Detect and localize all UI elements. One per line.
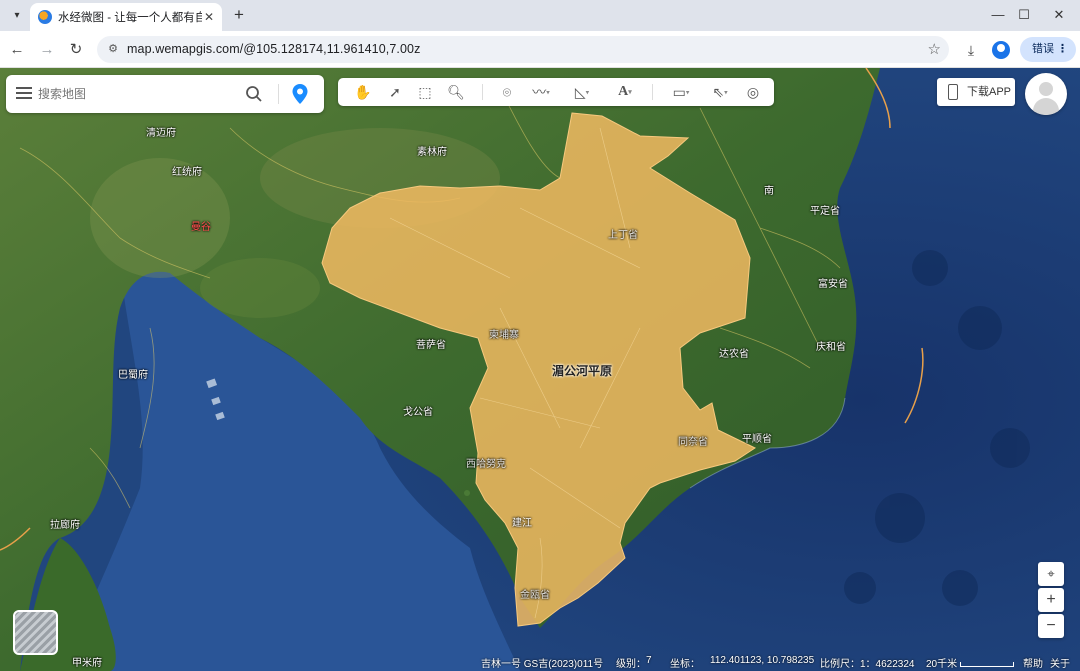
close-window-button[interactable]: ✕ (1046, 4, 1072, 26)
pointer-settings-icon[interactable]: ⇖▾ (706, 82, 734, 102)
map-label: 巴蜀府 (118, 370, 148, 381)
map-label: 菩萨省 (416, 340, 446, 351)
globe-icon[interactable]: ◎ (742, 82, 764, 102)
zoom-out-button[interactable]: − (1038, 614, 1064, 638)
coordinate-label: 坐标： (670, 659, 700, 670)
more-menu-icon: ⋮ (1057, 43, 1068, 55)
new-tab-button[interactable]: + (229, 5, 249, 25)
search-divider (278, 84, 279, 104)
minimize-button[interactable]: — (985, 4, 1011, 26)
measure-ruler-icon[interactable]: ▭▾ (664, 82, 698, 102)
zoom-level-value: 7 (646, 655, 652, 666)
toolbox-divider (482, 84, 483, 100)
pan-hand-icon[interactable]: ✋ (352, 82, 374, 102)
avatar-body (1033, 98, 1059, 115)
locate-me-button[interactable]: ⌖ (1038, 562, 1064, 586)
map-label: 南 (764, 186, 774, 197)
profile-error-button[interactable]: 错误 ⋮ (1020, 37, 1076, 62)
site-favicon-icon (38, 10, 52, 24)
map-label: 建江 (512, 518, 532, 529)
map-label: 素林府 (417, 147, 447, 158)
back-button[interactable]: ← (6, 39, 28, 61)
menu-icon[interactable] (16, 87, 32, 99)
text-tool-icon[interactable]: A▾ (610, 82, 640, 102)
map-toolbox: ✋ ➚ ⬚ 🔍︎ ⌾ 〰▾ ◺▾ A▾ ▭▾ ⇖▾ ◎ (338, 78, 774, 106)
search-icon[interactable] (245, 85, 263, 103)
map-label: 达农省 (719, 349, 749, 360)
profile-icon[interactable] (992, 41, 1010, 59)
search-input[interactable] (38, 83, 238, 105)
scale-bar (960, 662, 1014, 667)
browser-tab-active[interactable]: 水经微图 - 让每一个人都有自己 ✕ (30, 3, 222, 31)
select-arrow-icon[interactable]: ➚ (384, 82, 406, 102)
profile-error-label: 错误 (1032, 43, 1054, 55)
address-bar[interactable]: ⚙ map.wemapgis.com/@105.128174,11.961410… (97, 36, 949, 63)
user-avatar[interactable] (1025, 73, 1067, 115)
download-app-button[interactable]: 下载APP (937, 78, 1015, 106)
map-label: 清迈府 (146, 128, 176, 139)
avatar-head (1039, 82, 1053, 96)
map-label: 甲米府 (72, 658, 102, 669)
reload-button[interactable]: ↻ (65, 39, 87, 61)
browser-tab-bar: ▾ 水经微图 - 让每一个人都有自己 ✕ + — ☐ ✕ (0, 0, 1080, 31)
phone-icon (948, 84, 958, 100)
map-label-capital: 曼谷 (191, 222, 211, 233)
map-label-highlight-region: 湄公河平原 (552, 364, 613, 378)
map-label: 拉廊府 (50, 520, 80, 531)
map-view[interactable]: 清迈府 红统府 素林府 曼谷 南 平定省 富安省 上丁省 柬埔寨 菩萨省 达农省… (0, 68, 1080, 671)
crosshair-icon: ⌖ (1047, 566, 1055, 581)
scale-distance: 20千米 (926, 659, 958, 670)
box-select-icon[interactable]: ⬚ (414, 82, 436, 102)
map-label: 红统府 (172, 167, 202, 178)
map-label: 平顺省 (742, 434, 772, 445)
tab-list-button[interactable]: ▾ (6, 5, 28, 25)
map-label: 富安省 (818, 279, 848, 290)
map-label: 金瓯省 (520, 590, 550, 601)
toolbox-divider (652, 84, 653, 100)
map-label: 柬埔寨 (489, 330, 519, 341)
map-label: 西哈努克 (466, 459, 506, 470)
tab-title: 水经微图 - 让每一个人都有自己 (58, 12, 202, 24)
map-label: 戈公省 (403, 407, 433, 418)
download-app-label: 下载APP (967, 86, 1012, 98)
bookmark-star-icon[interactable]: ☆ (928, 40, 941, 58)
marker-icon[interactable]: ⌾ (496, 82, 518, 102)
maximize-button[interactable]: ☐ (1011, 4, 1037, 26)
coordinate-value: 112.401123, 10.798235 (710, 655, 815, 666)
map-label: 庆和省 (816, 342, 846, 353)
polygon-icon[interactable]: ◺▾ (566, 82, 598, 102)
zoom-in-button[interactable]: + (1038, 588, 1064, 612)
map-status-bar: 吉林一号 GS吉(2023)011号 级别： 7 坐标： 112.401123,… (470, 651, 1080, 671)
forward-button[interactable]: → (36, 39, 58, 61)
satellite-base-map (0, 68, 1080, 671)
polyline-icon[interactable]: 〰▾ (526, 82, 556, 102)
map-label: 上丁省 (608, 230, 638, 241)
browser-toolbar: ← → ↻ ⚙ map.wemapgis.com/@105.128174,11.… (0, 31, 1080, 68)
map-label: 同奈省 (678, 437, 708, 448)
tab-close-icon[interactable]: ✕ (202, 10, 216, 24)
zoom-level-label: 级别： (616, 659, 646, 670)
scale-value: 1：4622324 (860, 659, 915, 670)
location-pin-icon[interactable] (291, 83, 309, 105)
scale-label: 比例尺： (820, 659, 860, 670)
site-info-icon[interactable]: ⚙ (106, 42, 120, 56)
zoom-search-icon[interactable]: 🔍︎ (445, 82, 467, 102)
data-provider-text: 吉林一号 GS吉(2023)011号 (481, 659, 604, 670)
map-label: 平定省 (810, 206, 840, 217)
layer-switcher-thumbnail[interactable] (13, 610, 58, 655)
map-search-box (6, 75, 324, 113)
about-link[interactable]: 关于 (1050, 655, 1070, 670)
downloads-icon[interactable]: ⤓ (961, 40, 981, 60)
url-text: map.wemapgis.com/@105.128174,11.961410,7… (127, 42, 421, 56)
help-link[interactable]: 帮助 (1023, 655, 1043, 670)
